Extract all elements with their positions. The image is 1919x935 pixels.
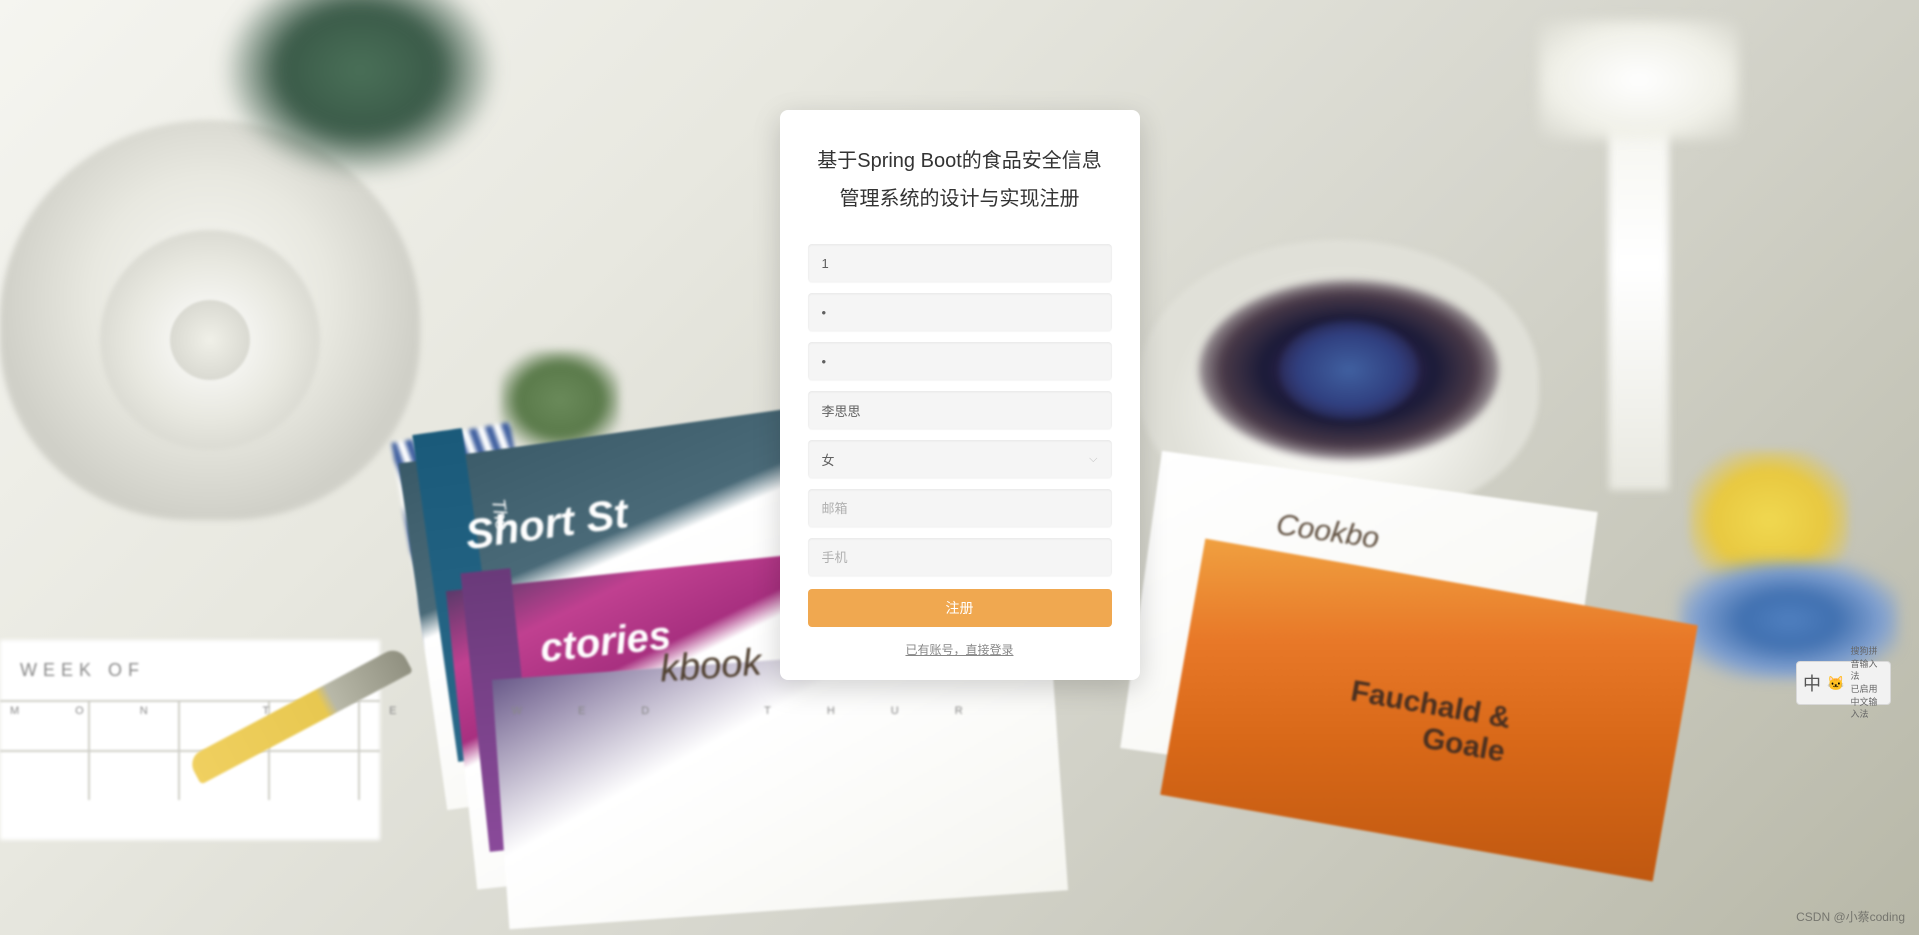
- name-input[interactable]: [808, 391, 1112, 429]
- bg-calendar-header: WEEK OF: [20, 660, 145, 681]
- username-input[interactable]: [808, 244, 1112, 282]
- gender-select-value: 女: [822, 450, 835, 469]
- register-button[interactable]: 注册: [808, 589, 1112, 627]
- watermark: CSDN @小蔡coding: [1796, 908, 1905, 925]
- email-input[interactable]: [808, 489, 1112, 527]
- password-input[interactable]: [808, 293, 1112, 331]
- bg-calendar-days: MON TUE WED THUR: [10, 705, 1019, 717]
- ime-text-line1: 搜狗拼音输入法: [1850, 645, 1884, 683]
- chevron-down-icon: ⌵: [1089, 453, 1097, 466]
- bg-plant-decoration: [220, 0, 500, 180]
- register-card: 基于Spring Boot的食品安全信息管理系统的设计与实现注册 女 ⌵ 注册 …: [780, 110, 1140, 680]
- bg-berries-decoration-2: [1279, 320, 1419, 420]
- gender-select[interactable]: 女 ⌵: [808, 440, 1112, 478]
- bg-book-text-3: kbook: [659, 642, 763, 692]
- login-link[interactable]: 已有账号，直接登录: [808, 641, 1112, 658]
- ime-text-line2: 已启用中文输入法: [1850, 683, 1884, 721]
- phone-input[interactable]: [808, 538, 1112, 576]
- bg-book-3-decoration: [492, 641, 1068, 929]
- ime-text-block: 搜狗拼音输入法 已启用中文输入法: [1850, 645, 1884, 721]
- register-title: 基于Spring Boot的食品安全信息管理系统的设计与实现注册: [808, 142, 1112, 218]
- ime-icon: 🐱: [1827, 675, 1844, 692]
- bg-lamp-head-decoration: [1539, 20, 1739, 140]
- confirm-password-input[interactable]: [808, 342, 1112, 380]
- ime-indicator: 中 🐱 搜狗拼音输入法 已启用中文输入法: [1796, 661, 1891, 705]
- bg-phone-center-decoration: [170, 300, 250, 380]
- ime-mode-char: 中: [1803, 670, 1821, 696]
